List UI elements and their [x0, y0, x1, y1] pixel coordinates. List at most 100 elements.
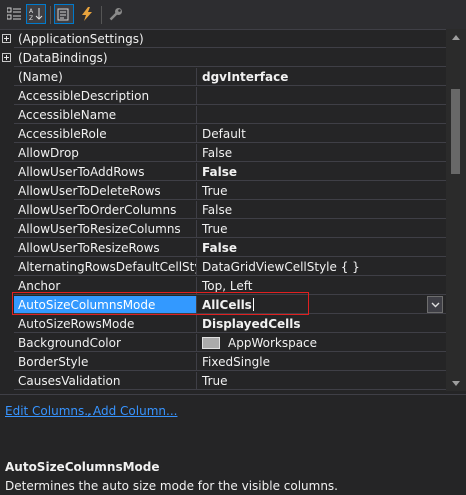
row-margin: [0, 353, 14, 372]
properties-toolbar: A Z: [0, 0, 466, 30]
arrow-up-icon: [452, 35, 460, 40]
property-name[interactable]: AllowDrop: [14, 144, 197, 162]
value-dropdown-button[interactable]: [427, 296, 443, 313]
property-name[interactable]: (Name): [14, 68, 197, 86]
row-margin: [0, 49, 14, 68]
property-name[interactable]: AutoSizeColumnsMode: [14, 296, 197, 314]
chevron-down-icon: [431, 302, 439, 307]
property-value[interactable]: DisplayedCells: [197, 315, 446, 333]
categorized-icon: [7, 7, 21, 20]
row-margin: [0, 239, 14, 258]
scroll-up-button[interactable]: [446, 30, 466, 45]
property-value[interactable]: DataGridViewCellStyle { }: [197, 258, 446, 276]
property-name[interactable]: AllowUserToOrderColumns: [14, 201, 197, 219]
add-column-link[interactable]: Add Column...: [93, 404, 177, 418]
property-name[interactable]: (DataBindings): [14, 49, 446, 67]
property-value[interactable]: [197, 87, 446, 105]
row-margin: [0, 201, 14, 220]
scroll-down-button[interactable]: [446, 376, 466, 391]
row-margin: [0, 182, 14, 201]
edit-columns-link[interactable]: Edit Columns...: [5, 404, 96, 418]
property-value[interactable]: False: [197, 163, 446, 181]
wrench-icon: [109, 8, 122, 21]
row-margin: [0, 334, 14, 353]
property-row-borderstyle[interactable]: BorderStyle FixedSingle: [0, 353, 446, 372]
property-row-allowusertoresizerows[interactable]: AllowUserToResizeRows False: [0, 239, 446, 258]
property-value[interactable]: True: [197, 182, 446, 200]
property-value[interactable]: FixedSingle: [197, 353, 446, 371]
property-row-allowusertoordercolumns[interactable]: AllowUserToOrderColumns False: [0, 201, 446, 220]
row-margin: [0, 163, 14, 182]
property-name[interactable]: CausesValidation: [14, 372, 197, 390]
property-row-accessibledescription[interactable]: AccessibleDescription: [0, 87, 446, 106]
property-value[interactable]: True: [197, 372, 446, 390]
property-row-accessiblename[interactable]: AccessibleName: [0, 106, 446, 125]
property-name[interactable]: AllowUserToAddRows: [14, 163, 197, 181]
row-margin: [0, 68, 14, 87]
expand-icon[interactable]: [2, 34, 11, 43]
property-value[interactable]: Default: [197, 125, 446, 143]
property-value[interactable]: False: [197, 239, 446, 257]
property-name[interactable]: BackgroundColor: [14, 334, 197, 352]
property-value[interactable]: False: [197, 144, 446, 162]
property-name[interactable]: AccessibleDescription: [14, 87, 197, 105]
property-value[interactable]: Top, Left: [197, 277, 446, 295]
property-name[interactable]: AllowUserToResizeColumns: [14, 220, 197, 238]
property-row-allowusertoaddrows[interactable]: AllowUserToAddRows False: [0, 163, 446, 182]
property-row-backgroundcolor[interactable]: BackgroundColor AppWorkspace: [0, 334, 446, 353]
vertical-scrollbar[interactable]: [446, 29, 466, 391]
row-margin: [0, 296, 14, 315]
property-name[interactable]: AllowUserToResizeRows: [14, 239, 197, 257]
commands-separator: ,: [87, 404, 91, 418]
property-row-name[interactable]: (Name) dgvInterface: [0, 68, 446, 87]
property-value[interactable]: True: [197, 220, 446, 238]
commands-pane: Edit Columns... , Add Column...: [0, 394, 466, 423]
expand-icon[interactable]: [2, 53, 11, 62]
property-row-anchor[interactable]: Anchor Top, Left: [0, 277, 446, 296]
property-row-applicationsettings[interactable]: (ApplicationSettings): [0, 30, 446, 49]
color-swatch: [202, 336, 220, 349]
property-pages-button[interactable]: [106, 4, 126, 24]
property-name[interactable]: AccessibleRole: [14, 125, 197, 143]
property-value[interactable]: [197, 106, 446, 124]
property-grid: (ApplicationSettings) (DataBindings) (Na…: [0, 29, 446, 392]
property-row-causesvalidation[interactable]: CausesValidation True: [0, 372, 446, 391]
arrow-down-icon: [452, 381, 460, 386]
row-margin: [0, 125, 14, 144]
property-row-alternatingrowsdefaultcellstyle[interactable]: AlternatingRowsDefaultCellStyle DataGrid…: [0, 258, 446, 277]
row-margin: [0, 106, 14, 125]
property-row-accessiblerole[interactable]: AccessibleRole Default: [0, 125, 446, 144]
property-value-text[interactable]: AllCells: [202, 298, 252, 312]
property-name[interactable]: BorderStyle: [14, 353, 197, 371]
property-value[interactable]: False: [197, 201, 446, 219]
property-row-databindings[interactable]: (DataBindings): [0, 49, 446, 68]
property-row-autosizerowsmode[interactable]: AutoSizeRowsMode DisplayedCells: [0, 315, 446, 334]
lightning-events-icon: [82, 7, 92, 21]
property-name[interactable]: (ApplicationSettings): [14, 30, 446, 48]
property-value-editor[interactable]: AllCells: [197, 296, 446, 314]
categorized-button[interactable]: [4, 4, 24, 24]
svg-text:A: A: [29, 8, 34, 15]
property-row-allowusertodeleterows[interactable]: AllowUserToDeleteRows True: [0, 182, 446, 201]
properties-icon: [57, 8, 69, 21]
property-row-autosizecolumnsmode[interactable]: AutoSizeColumnsMode AllCells: [0, 296, 446, 315]
row-margin: [0, 372, 14, 391]
property-row-allowusertoresizecolumns[interactable]: AllowUserToResizeColumns True: [0, 220, 446, 239]
property-name[interactable]: AlternatingRowsDefaultCellStyle: [14, 258, 197, 276]
property-name[interactable]: AutoSizeRowsMode: [14, 315, 197, 333]
property-value[interactable]: dgvInterface: [197, 68, 446, 86]
property-name[interactable]: AccessibleName: [14, 106, 197, 124]
row-margin: [0, 277, 14, 296]
row-margin: [0, 220, 14, 239]
property-name[interactable]: Anchor: [14, 277, 197, 295]
property-value[interactable]: AppWorkspace: [197, 334, 446, 352]
row-margin: [0, 144, 14, 163]
events-button[interactable]: [77, 4, 97, 24]
properties-button[interactable]: [54, 4, 74, 24]
text-caret: [252, 298, 254, 311]
property-row-allowdrop[interactable]: AllowDrop False: [0, 144, 446, 163]
property-name[interactable]: AllowUserToDeleteRows: [14, 182, 197, 200]
scroll-thumb[interactable]: [451, 89, 460, 174]
alphabetical-button[interactable]: A Z: [26, 4, 46, 24]
row-margin: [0, 30, 14, 49]
